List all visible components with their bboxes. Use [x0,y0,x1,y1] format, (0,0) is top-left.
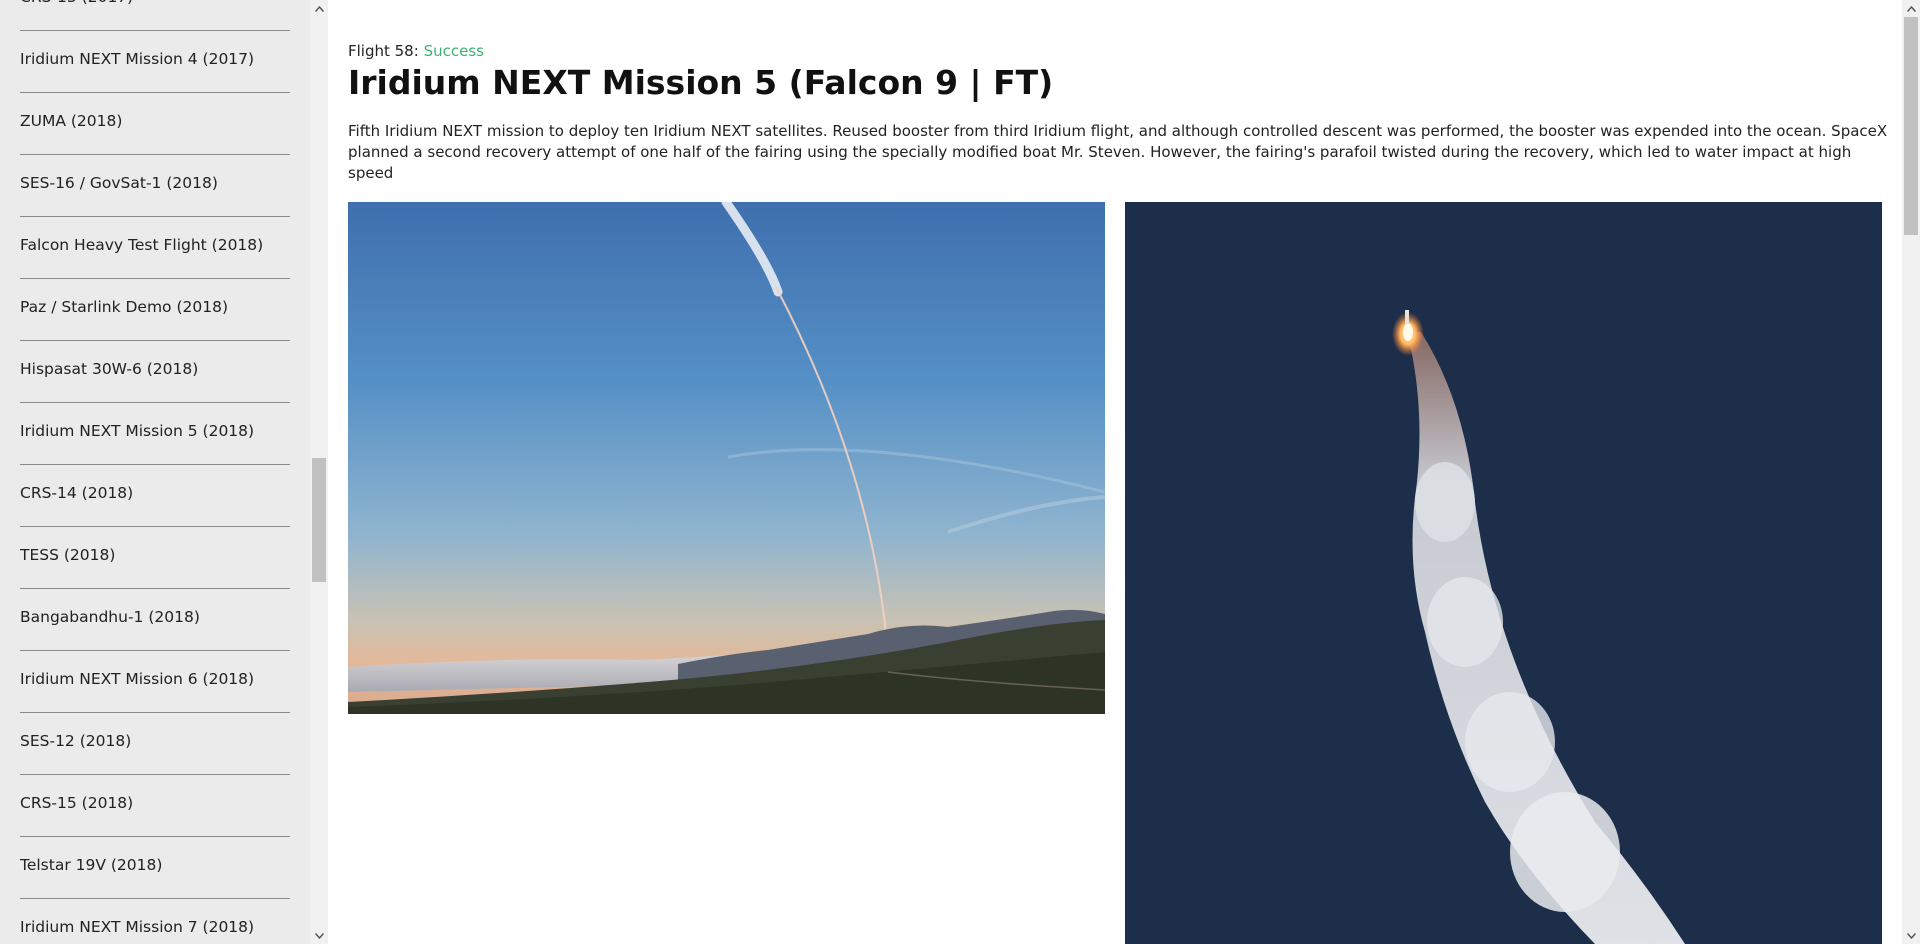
launch-trail-photo[interactable] [348,202,1105,714]
sidebar-item-label: ZUMA (2018) [20,112,123,130]
status-badge: Success [423,42,484,60]
sidebar-item-label: Bangabandhu-1 (2018) [20,608,200,626]
chevron-up-icon[interactable] [1902,0,1920,17]
rocket-ascent-photo[interactable] [1125,202,1882,944]
sidebar-item[interactable]: CRS-13 (2017) [0,0,290,31]
sidebar-item-label: CRS-13 (2017) [20,0,133,6]
flight-status-line: Flight 58: Success [348,42,484,60]
sidebar-item-label: Iridium NEXT Mission 4 (2017) [20,50,255,68]
sidebar-item-label: Iridium NEXT Mission 5 (2018) [20,422,255,440]
flight-number: Flight 58: [348,42,419,60]
sidebar-item[interactable]: Falcon Heavy Test Flight (2018) [0,217,290,279]
sidebar-item[interactable]: Iridium NEXT Mission 5 (2018) [0,403,290,465]
sidebar-item-label: Iridium NEXT Mission 6 (2018) [20,670,255,688]
sidebar-item[interactable]: CRS-14 (2018) [0,465,290,527]
chevron-up-icon[interactable] [310,0,328,17]
sidebar-item-label: TESS (2018) [20,546,116,564]
sidebar-item[interactable]: ZUMA (2018) [0,93,290,155]
sidebar-item[interactable]: SES-12 (2018) [0,713,290,775]
sidebar-item[interactable]: SES-16 / GovSat-1 (2018) [0,155,290,217]
chevron-down-icon[interactable] [1902,927,1920,944]
sidebar-item-label: Falcon Heavy Test Flight (2018) [20,236,264,254]
sidebar-item[interactable]: Bangabandhu-1 (2018) [0,589,290,651]
sidebar-item[interactable]: Paz / Starlink Demo (2018) [0,279,290,341]
sidebar-item[interactable]: Iridium NEXT Mission 4 (2017) [0,31,290,93]
sidebar-item-label: Iridium NEXT Mission 7 (2018) [20,918,255,936]
sidebar-item-label: Paz / Starlink Demo (2018) [20,298,229,316]
sidebar-item-label: SES-12 (2018) [20,732,132,750]
sidebar-item[interactable]: Iridium NEXT Mission 6 (2018) [0,651,290,713]
sidebar-item[interactable]: Hispasat 30W-6 (2018) [0,341,290,403]
sidebar-item-label: CRS-15 (2018) [20,794,134,812]
sidebar-item-label: SES-16 / GovSat-1 (2018) [20,174,218,192]
sidebar-item-label: CRS-14 (2018) [20,484,134,502]
page-title: Iridium NEXT Mission 5 (Falcon 9 | FT) [348,63,1054,102]
launch-detail: Flight 58: Success Iridium NEXT Mission … [328,0,1902,944]
sidebar-scrollbar-thumb[interactable] [312,458,326,582]
sidebar-list: CRS-13 (2017) Iridium NEXT Mission 4 (201… [0,0,310,944]
sidebar: CRS-13 (2017) Iridium NEXT Mission 4 (201… [0,0,310,944]
sidebar-item-label: Telstar 19V (2018) [20,856,163,874]
chevron-down-icon[interactable] [310,927,328,944]
page-scrollbar-thumb[interactable] [1904,17,1918,235]
launch-description: Fifth Iridium NEXT mission to deploy ten… [348,122,1888,182]
sidebar-item[interactable]: CRS-15 (2018) [0,775,290,837]
sidebar-item[interactable]: Iridium NEXT Mission 7 (2018) [0,899,290,944]
sidebar-item[interactable]: Telstar 19V (2018) [0,837,290,899]
sidebar-item-label: Hispasat 30W-6 (2018) [20,360,199,378]
sidebar-item[interactable]: TESS (2018) [0,527,290,589]
